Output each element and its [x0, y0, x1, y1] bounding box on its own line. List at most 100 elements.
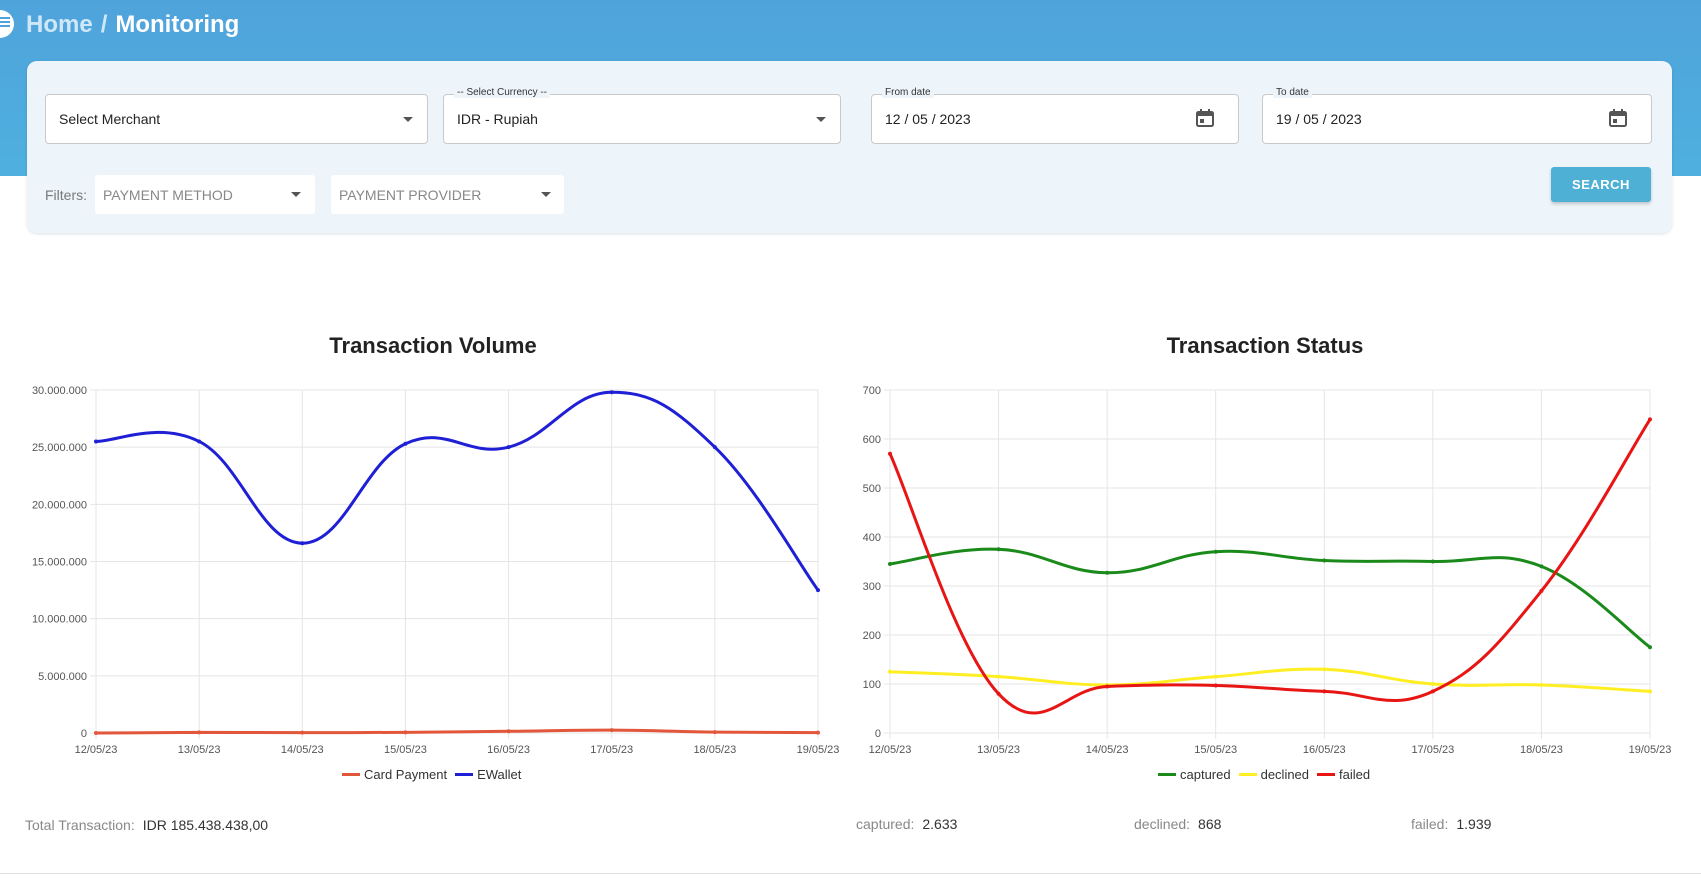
merchant-select[interactable]: Select Merchant: [45, 94, 428, 144]
to-date-field[interactable]: To date 19 / 05 / 2023: [1262, 87, 1652, 144]
data-point-card-payment: [197, 730, 202, 735]
data-point-captured: [1322, 558, 1327, 563]
transaction-status-chart: 0 100 200 300 400 500 600 700 12/05/23 13/05/23 14…: [863, 385, 1672, 756]
chart-title-status: Transaction Status: [1166, 333, 1364, 358]
data-point-card-payment: [94, 731, 98, 735]
payment-provider-select[interactable]: PAYMENT PROVIDER: [331, 175, 564, 214]
currency-label: -- Select Currency --: [454, 87, 551, 98]
data-point-card-payment: [403, 730, 408, 735]
data-point-ewallet: [300, 541, 305, 546]
payment-provider-value: PAYMENT PROVIDER: [339, 187, 482, 203]
chart-title-volume: Transaction Volume: [329, 333, 537, 358]
legend-swatch-captured: [1158, 773, 1176, 776]
x-tick-label: 14/05/23: [1086, 744, 1129, 756]
from-date-label: From date: [882, 87, 934, 98]
failed-value: 1.939: [1456, 816, 1492, 832]
data-point-declined: [888, 669, 892, 674]
data-point-ewallet: [197, 439, 202, 444]
y-tick-label: 0: [81, 728, 87, 740]
x-tick-label: 16/05/23: [1303, 744, 1346, 756]
currency-select[interactable]: -- Select Currency -- IDR - Rupiah: [443, 87, 841, 144]
y-tick-label: 10.000.000: [32, 614, 87, 626]
data-point-captured: [996, 547, 1001, 552]
y-tick-label: 500: [863, 483, 881, 495]
search-button[interactable]: SEARCH: [1551, 167, 1651, 202]
series-line-failed: [888, 418, 1652, 715]
data-point-declined: [1648, 689, 1652, 694]
to-date-value: 19 / 05 / 2023: [1276, 111, 1362, 127]
series-line-card-payment: [95, 728, 819, 735]
y-tick-label: 300: [863, 581, 881, 593]
data-point-card-payment: [816, 730, 820, 735]
x-tick-label: 13/05/23: [178, 744, 221, 756]
y-tick-label: 100: [863, 679, 881, 691]
data-point-failed: [1105, 684, 1110, 689]
legend-swatch-failed: [1317, 773, 1336, 776]
x-tick-label: 14/05/23: [281, 744, 324, 756]
breadcrumb-home[interactable]: Home: [26, 11, 93, 38]
legend-volume: Card Payment EWallet: [334, 767, 521, 782]
legend-failed: failed: [1339, 767, 1371, 782]
y-tick-label: 0: [875, 728, 881, 740]
x-tick-label: 17/05/23: [1411, 744, 1454, 756]
merchant-select-value: Select Merchant: [59, 111, 161, 127]
data-point-declined: [1430, 682, 1435, 686]
captured-label: captured:: [856, 816, 915, 832]
data-point-failed: [1648, 417, 1652, 422]
data-point-ewallet: [816, 588, 820, 593]
y-tick-label: 25.000.000: [32, 442, 87, 454]
calendar-icon[interactable]: [1608, 108, 1628, 128]
breadcrumb: Home / Monitoring: [26, 11, 239, 39]
total-transaction-label: Total Transaction:: [25, 817, 135, 833]
data-point-declined: [996, 674, 1001, 679]
chevron-down-icon: [816, 117, 826, 122]
data-point-ewallet: [712, 445, 717, 450]
payment-method-value: PAYMENT METHOD: [103, 187, 233, 203]
menu-button[interactable]: [0, 10, 14, 38]
data-point-declined: [1322, 667, 1327, 672]
data-point-card-payment: [609, 728, 614, 733]
legend-ewallet: EWallet: [477, 767, 522, 782]
y-tick-label: 5.000.000: [38, 671, 87, 683]
data-point-captured: [888, 561, 892, 566]
x-tick-label: 16/05/23: [487, 744, 530, 756]
menu-icon: [0, 15, 10, 33]
data-point-ewallet: [94, 439, 98, 444]
data-point-card-payment: [300, 730, 305, 735]
y-tick-label: 15.000.000: [32, 557, 87, 569]
payment-method-select[interactable]: PAYMENT METHOD: [95, 175, 315, 214]
from-date-value: 12 / 05 / 2023: [885, 111, 971, 127]
x-tick-label: 12/05/23: [869, 744, 912, 756]
y-tick-label: 400: [863, 532, 881, 544]
legend-captured: captured: [1180, 767, 1231, 782]
x-tick-label: 19/05/23: [797, 744, 840, 756]
from-date-field[interactable]: From date 12 / 05 / 2023: [871, 87, 1239, 144]
breadcrumb-separator: /: [100, 11, 108, 38]
legend-swatch-card-payment: [342, 773, 360, 776]
y-tick-label: 20.000.000: [32, 499, 87, 511]
total-transaction-value: IDR 185.438.438,00: [142, 817, 269, 833]
data-point-declined: [1539, 682, 1544, 687]
x-tick-label: 18/05/23: [693, 744, 736, 756]
legend-swatch-declined: [1238, 773, 1257, 776]
y-tick-label: 700: [863, 385, 881, 397]
data-point-ewallet: [609, 390, 614, 395]
failed-label: failed:: [1411, 816, 1449, 832]
currency-select-value: IDR - Rupiah: [457, 111, 538, 127]
declined-label: declined:: [1134, 816, 1191, 832]
captured-stat: captured: 2.633: [856, 816, 957, 832]
x-tick-label: 15/05/23: [1194, 744, 1237, 756]
data-point-captured: [1539, 564, 1544, 569]
filters-label: Filters:: [45, 187, 87, 203]
failed-stat: failed: 1.939: [1411, 816, 1491, 832]
legend-swatch-ewallet: [455, 773, 474, 776]
data-point-captured: [1648, 645, 1652, 650]
x-tick-label: 18/05/23: [1520, 744, 1563, 756]
x-tick-label: 19/05/23: [1629, 744, 1672, 756]
series-line-ewallet: [95, 390, 820, 591]
calendar-icon[interactable]: [1195, 108, 1215, 128]
data-point-failed: [1430, 689, 1435, 694]
divider: [0, 873, 1701, 874]
declined-stat: declined: 868: [1134, 816, 1221, 832]
data-point-card-payment: [712, 730, 717, 735]
